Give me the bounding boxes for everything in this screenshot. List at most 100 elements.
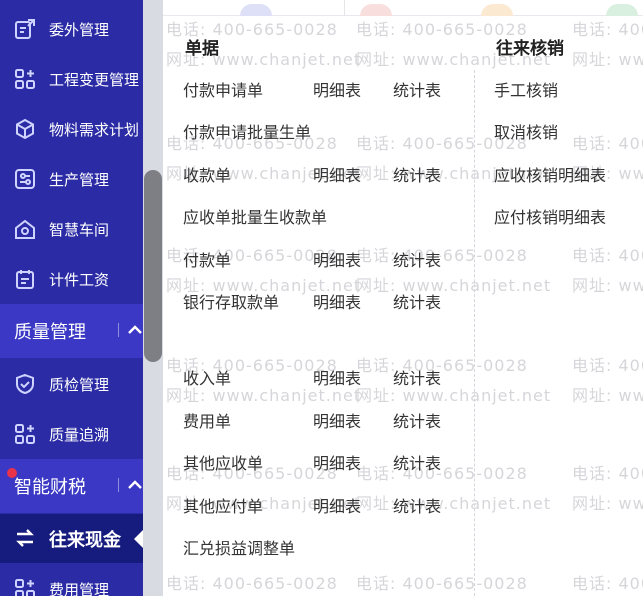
sliders-icon: [15, 169, 35, 189]
menu-item-stats-report[interactable]: 统计表: [393, 289, 441, 313]
menu-item-payment-request[interactable]: 付款申请单: [183, 77, 263, 101]
sidebar-item-piece-wage[interactable]: 计件工资: [0, 264, 143, 294]
factory-icon: [15, 219, 35, 239]
swap-icon: [16, 529, 34, 547]
menu-item-detail-report[interactable]: 明细表: [313, 162, 361, 186]
menu-item-income[interactable]: 收入单: [183, 365, 231, 389]
sidebar-item-mrp[interactable]: 物料需求计划: [0, 114, 143, 144]
watermark-text: 网址: www.chanjet.net: [572, 50, 643, 69]
watermark-text: 网址: www.chanjet.net: [356, 386, 552, 405]
divider: [118, 478, 119, 492]
notification-dot: [7, 468, 17, 478]
grid-plus-icon: [15, 69, 35, 89]
sidebar-item-expense[interactable]: 费用管理: [0, 574, 143, 596]
menu-item-detail-report[interactable]: 明细表: [313, 289, 361, 313]
cube-icon: [16, 118, 34, 140]
shield-check-icon: [16, 373, 34, 395]
sidebar-item-label: 往来现金: [49, 530, 121, 551]
menu-item-bank-deposit-withdrawal[interactable]: 银行存取款单: [183, 289, 279, 313]
menu-item-receivable-writeoff-detail[interactable]: 应收核销明细表: [494, 162, 606, 186]
sidebar-item-production[interactable]: 生产管理: [0, 164, 143, 194]
sidebar-item-label: 费用管理: [49, 580, 110, 596]
sidebar-item-label: 工程变更管理: [49, 70, 140, 89]
watermark-text: 网址: www.chanjet.net: [356, 276, 552, 295]
watermark-text: 电话: 400-665-0028: [572, 134, 643, 153]
chevron-up-icon[interactable]: [127, 477, 143, 493]
watermark-text: 电话: 400-665-0028: [166, 574, 338, 593]
menu-item-other-receivable[interactable]: 其他应收单: [183, 450, 263, 474]
menu-item-other-payable[interactable]: 其他应付单: [183, 493, 263, 517]
menu-item-detail-report[interactable]: 明细表: [313, 408, 361, 432]
menu-item-receivable-batch-receipt[interactable]: 应收单批量生收款单: [183, 204, 327, 228]
sidebar-item-label: 物料需求计划: [49, 120, 140, 139]
menu-item-detail-report[interactable]: 明细表: [313, 247, 361, 271]
watermark-text: 网址: www.chanjet.net: [572, 386, 643, 405]
menu-item-stats-report[interactable]: 统计表: [393, 493, 441, 517]
sidebar-group-finance[interactable]: 智能财税: [0, 459, 143, 513]
section-title-writeoff: 往来核销: [496, 39, 564, 59]
menu-item-detail-report[interactable]: 明细表: [313, 450, 361, 474]
menu-item-payment-request-batch[interactable]: 付款申请批量生单: [183, 119, 311, 143]
watermark-text: 网址: www.chanjet.net: [572, 276, 643, 295]
menu-item-detail-report[interactable]: 明细表: [313, 77, 361, 101]
menu-item-detail-report[interactable]: 明细表: [313, 493, 361, 517]
menu-item-stats-report[interactable]: 统计表: [393, 365, 441, 389]
sidebar-item-quality-trace[interactable]: 质量追溯: [0, 419, 143, 449]
watermark-text: 电话: 400-665-0028: [356, 464, 528, 483]
top-strip: [163, 0, 643, 16]
sidebar-item-label: 生产管理: [49, 170, 110, 189]
chevron-up-icon[interactable]: [127, 322, 143, 338]
watermark-text: 网址: www.chanjet.net: [572, 494, 643, 513]
divider: [344, 0, 345, 16]
section-title-documents: 单据: [185, 39, 219, 59]
menu-item-payment[interactable]: 付款单: [183, 247, 231, 271]
sidebar-item-cash-transactions[interactable]: 往来现金: [0, 514, 143, 563]
sidebar-item-smart-workshop[interactable]: 智慧车间: [0, 214, 143, 244]
app-icon[interactable]: [360, 4, 392, 16]
menu-item-expense-doc[interactable]: 费用单: [183, 408, 231, 432]
menu-item-payable-writeoff-detail[interactable]: 应付核销明细表: [494, 204, 606, 228]
menu-item-manual-writeoff[interactable]: 手工核销: [494, 77, 558, 101]
grid-plus-icon: [15, 579, 35, 596]
menu-item-stats-report[interactable]: 统计表: [393, 408, 441, 432]
app-icon[interactable]: [606, 4, 638, 16]
menu-item-fx-gain-loss-adjustment[interactable]: 汇兑损益调整单: [183, 535, 295, 559]
grid-plus-icon: [15, 424, 35, 444]
app-icon[interactable]: [240, 4, 272, 16]
menu-item-stats-report[interactable]: 统计表: [393, 247, 441, 271]
menu-item-stats-report[interactable]: 统计表: [393, 162, 441, 186]
sidebar-item-label: 质量追溯: [49, 425, 110, 444]
watermark-text: 电话: 400-665-0028: [572, 464, 643, 483]
watermark-text: 电话: 400-665-0028: [572, 574, 643, 593]
calendar-icon: [16, 270, 34, 289]
watermark-text: 电话: 400-665-0028: [356, 574, 528, 593]
watermark-text: 电话: 400-665-0028: [356, 356, 528, 375]
column-divider: [474, 70, 475, 596]
sidebar-item-label: 委外管理: [49, 20, 110, 39]
watermark-text: 电话: 400-665-0028: [572, 20, 643, 39]
sidebar-group-label: 质量管理: [14, 322, 86, 343]
menu-item-cancel-writeoff[interactable]: 取消核销: [494, 119, 558, 143]
sidebar-group-label: 智能财税: [14, 477, 86, 498]
menu-item-stats-report[interactable]: 统计表: [393, 450, 441, 474]
menu-item-receipt[interactable]: 收款单: [183, 162, 231, 186]
watermark-text: 电话: 400-665-0028: [572, 246, 643, 265]
menu-item-detail-report[interactable]: 明细表: [313, 365, 361, 389]
sidebar-item-label: 智慧车间: [49, 220, 110, 239]
menu-item-stats-report[interactable]: 统计表: [393, 77, 441, 101]
sidebar-item-label: 计件工资: [49, 270, 110, 289]
sidebar-item-engineering-change[interactable]: 工程变更管理: [0, 64, 143, 94]
sidebar-item-quality-inspection[interactable]: 质检管理: [0, 369, 143, 399]
watermark-text: 网址: www.chanjet.net: [356, 494, 552, 513]
sidebar-group-quality[interactable]: 质量管理: [0, 304, 143, 358]
app-icon[interactable]: [481, 4, 513, 16]
active-indicator: [134, 529, 143, 549]
sidebar-scrollbar-thumb[interactable]: [144, 170, 162, 362]
watermark-text: 电话: 400-665-0028: [356, 246, 528, 265]
divider: [118, 323, 119, 337]
outsource-icon: [15, 19, 35, 39]
sidebar-item-label: 质检管理: [49, 375, 110, 394]
sidebar-item-outsource[interactable]: 委外管理: [0, 14, 143, 44]
app-root: 委外管理 工程变更管理 物料需求计划 生产管理 智慧车间 计件工资 质量管理 质…: [0, 0, 643, 596]
watermark-text: 电话: 400-665-0028: [572, 356, 643, 375]
